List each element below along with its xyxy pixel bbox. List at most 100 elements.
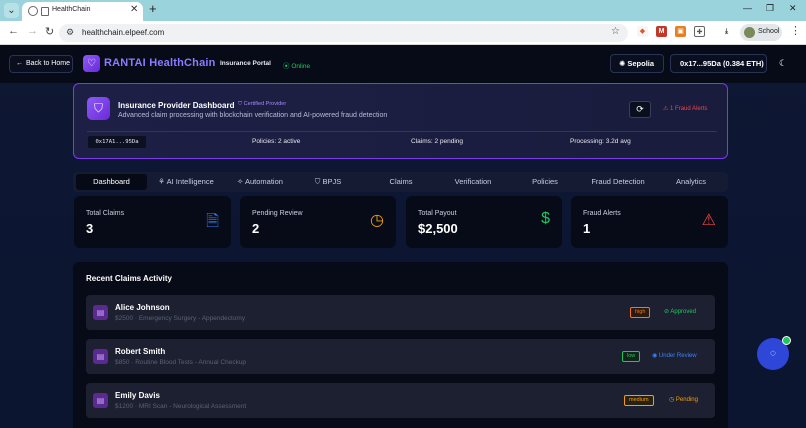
dashboard-tabs: Dashboard ⚘ AI Intelligence ✧ Automation… bbox=[73, 172, 728, 192]
network-name: Sepolia bbox=[627, 59, 655, 68]
tab-claims[interactable]: Claims bbox=[366, 174, 436, 190]
risk-badge: low bbox=[622, 351, 641, 362]
provider-subtitle: Advanced claim processing with blockchai… bbox=[118, 112, 388, 119]
wallet-address: 0x17...95Da (0.384 ETH) bbox=[680, 59, 764, 68]
warning-triangle-icon: ⚠ bbox=[701, 212, 716, 229]
profile-avatar bbox=[744, 27, 755, 38]
stat-value: 2 bbox=[252, 221, 260, 236]
new-tab-button[interactable]: + bbox=[149, 1, 157, 16]
clock-small-icon: ◷ bbox=[669, 397, 676, 403]
tab-close-icon[interactable]: ✕ bbox=[130, 4, 138, 15]
network-selector[interactable]: ✺ Sepolia bbox=[610, 54, 664, 73]
theme-toggle-moon-icon[interactable]: ☾ bbox=[779, 58, 787, 69]
minimize-icon[interactable]: — bbox=[743, 3, 752, 13]
tab-automation[interactable]: ✧ Automation bbox=[225, 174, 295, 190]
metamask-extension-icon[interactable]: ◆ bbox=[637, 26, 648, 37]
tab-title: HealthChain bbox=[52, 6, 91, 13]
clock-icon: ◷ bbox=[370, 212, 384, 229]
tab-dashboard[interactable]: Dashboard bbox=[76, 174, 147, 190]
tab-label: Dashboard bbox=[93, 177, 130, 186]
profile-button[interactable]: School bbox=[740, 24, 782, 41]
browser-tabstrip: ⌄ HealthChain ✕ + — ❐ ✕ bbox=[0, 0, 806, 21]
tab-label: Policies bbox=[532, 177, 558, 186]
recent-claims-panel: Recent Claims Activity ▤ Alice Johnson $… bbox=[73, 262, 728, 428]
portal-label: Insurance Portal bbox=[220, 60, 271, 67]
provider-address: 0x17A1...95Da bbox=[88, 136, 146, 148]
claim-patient-name: Emily Davis bbox=[115, 391, 160, 400]
wallet-button[interactable]: 0x17...95Da (0.384 ETH) bbox=[670, 54, 767, 73]
alert-icon: ⚠ bbox=[663, 106, 671, 112]
online-label: Online bbox=[291, 63, 311, 70]
fraud-alerts-label: 1 Fraud Alerts bbox=[670, 106, 708, 112]
address-bar[interactable]: ⚙ healthchain.elpeef.com ☆ bbox=[59, 24, 628, 42]
tab-bpjs[interactable]: ⛉ BPJS bbox=[299, 174, 357, 190]
site-info-icon[interactable]: ⚙ bbox=[66, 27, 74, 38]
stat-label: Total Payout bbox=[418, 210, 457, 217]
tab-fraud-detection[interactable]: Fraud Detection bbox=[582, 174, 654, 190]
risk-badge: medium bbox=[624, 395, 654, 406]
app-header: ← Back to Home ♡ RANTAI HealthChain Insur… bbox=[0, 45, 806, 83]
stat-label: Fraud Alerts bbox=[583, 210, 621, 217]
download-icon[interactable]: ⤓ bbox=[721, 26, 732, 37]
tab-label: Claims bbox=[389, 177, 413, 186]
divider bbox=[87, 131, 717, 132]
claim-row[interactable]: ▤ Alice Johnson $2500 · Emergency Surger… bbox=[86, 295, 715, 330]
tab-label: BPJS bbox=[322, 177, 342, 186]
chat-bubble-icon: ◌ bbox=[770, 348, 776, 359]
claim-status: ◷ Pending bbox=[669, 396, 698, 403]
refresh-button[interactable]: ⟳ bbox=[629, 101, 651, 118]
claim-detail: $850 · Routine Blood Tests - Annual Chec… bbox=[115, 359, 247, 366]
claim-file-icon: ▤ bbox=[93, 305, 108, 320]
claim-status-label: Under Review bbox=[658, 353, 697, 359]
tab-analytics[interactable]: Analytics bbox=[657, 174, 725, 190]
page-favicon-icon bbox=[41, 7, 49, 16]
claim-file-icon: ▤ bbox=[93, 349, 108, 364]
extensions-puzzle-icon[interactable]: ✚ bbox=[694, 26, 705, 37]
stat-value: $2,500 bbox=[418, 221, 458, 236]
profile-label: School bbox=[758, 28, 780, 35]
reload-icon[interactable]: ↻ bbox=[45, 25, 54, 38]
forward-arrow-icon[interactable]: → bbox=[27, 25, 38, 37]
restore-icon[interactable]: ❐ bbox=[766, 3, 774, 14]
browser-tab[interactable]: HealthChain ✕ bbox=[22, 2, 143, 21]
tab-loading-icon bbox=[28, 6, 38, 16]
tab-policies[interactable]: Policies bbox=[511, 174, 579, 190]
tab-label: Analytics bbox=[675, 177, 706, 186]
window-close-icon[interactable]: ✕ bbox=[789, 3, 797, 14]
stat-card-total-payout: Total Payout $2,500 $ bbox=[406, 196, 562, 248]
extension-orange-icon[interactable]: ▣ bbox=[675, 26, 686, 37]
browser-toolbar: ← → ↻ ⚙ healthchain.elpeef.com ☆ ◆ M ▣ ✚… bbox=[0, 21, 806, 45]
eye-icon: ◉ bbox=[652, 353, 659, 359]
stat-label: Pending Review bbox=[252, 210, 303, 217]
tab-ai-intelligence[interactable]: ⚘ AI Intelligence bbox=[151, 174, 221, 190]
stat-card-pending-review: Pending Review 2 ◷ bbox=[240, 196, 396, 248]
refresh-icon: ⟳ bbox=[636, 104, 644, 114]
browser-menu-icon[interactable]: ⋮ bbox=[790, 24, 801, 37]
back-arrow-icon[interactable]: ← bbox=[8, 25, 19, 37]
claim-status: ◉ Under Review bbox=[652, 352, 697, 359]
shield-icon: ⛉ bbox=[87, 97, 110, 120]
recent-claims-title: Recent Claims Activity bbox=[86, 274, 172, 283]
back-to-home-button[interactable]: ← Back to Home bbox=[9, 55, 73, 73]
tab-verification[interactable]: Verification bbox=[439, 174, 507, 190]
url-text[interactable]: healthchain.elpeef.com bbox=[82, 28, 164, 37]
risk-badge: high bbox=[630, 307, 651, 318]
tab-label: Fraud Detection bbox=[591, 177, 645, 186]
arrow-left-icon: ← bbox=[16, 60, 23, 67]
tab-label: Verification bbox=[454, 177, 492, 186]
stat-card-total-claims: Total Claims 3 🗎 bbox=[74, 196, 231, 248]
bookmark-star-icon[interactable]: ☆ bbox=[611, 26, 620, 37]
claim-detail: $1200 · MRI Scan - Neurological Assessme… bbox=[115, 403, 247, 410]
claim-row[interactable]: ▤ Robert Smith $850 · Routine Blood Test… bbox=[86, 339, 715, 374]
claim-row[interactable]: ▤ Emily Davis $1200 · MRI Scan - Neurolo… bbox=[86, 383, 715, 418]
sparkle-icon: ✧ bbox=[237, 177, 245, 186]
claim-file-icon: ▤ bbox=[93, 393, 108, 408]
stat-value: 1 bbox=[583, 221, 591, 236]
extension-m-icon[interactable]: M bbox=[656, 26, 667, 37]
claim-detail: $2500 · Emergency Surgery - Appendectomy bbox=[115, 315, 246, 322]
fraud-alerts-link[interactable]: ⚠ 1 Fraud Alerts bbox=[663, 105, 707, 112]
brain-icon: ⚘ bbox=[158, 177, 167, 186]
tab-search-button[interactable]: ⌄ bbox=[4, 3, 19, 18]
tab-label: Automation bbox=[245, 177, 283, 186]
claim-patient-name: Alice Johnson bbox=[115, 303, 170, 312]
